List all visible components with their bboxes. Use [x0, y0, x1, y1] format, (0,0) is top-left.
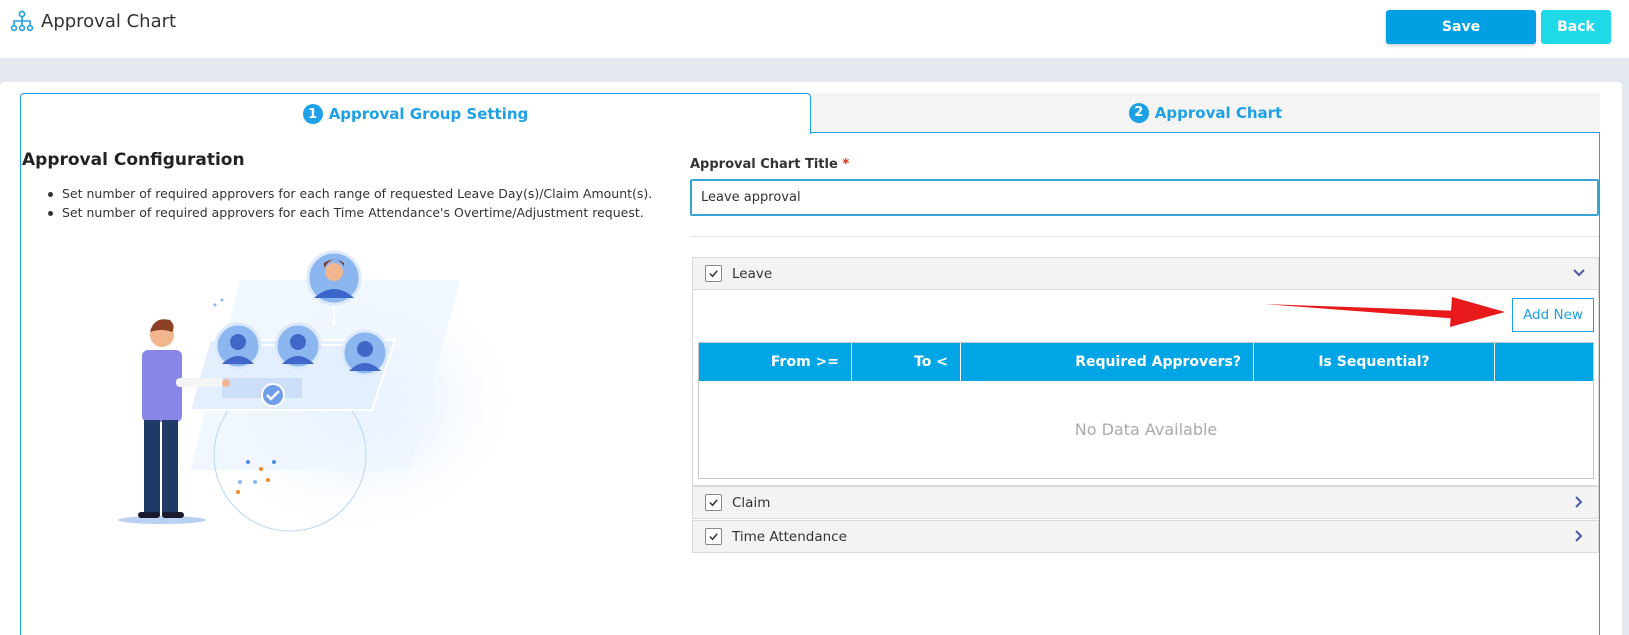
tab-panel-left-border: [20, 133, 21, 635]
tab-label: Approval Group Setting: [328, 105, 529, 123]
divider: [690, 236, 1599, 237]
list-item: Set number of required approvers for eac…: [42, 205, 652, 220]
list-item: Set number of required approvers for eac…: [42, 186, 652, 201]
column-header-is-sequential[interactable]: Is Sequential?: [1254, 343, 1495, 381]
time-attendance-section-label: Time Attendance: [732, 528, 847, 545]
leave-section-label: Leave: [732, 265, 773, 282]
column-header-required-approvers[interactable]: Required Approvers?: [961, 343, 1254, 381]
org-chart-icon: [10, 10, 34, 32]
table-header: From >= To < Required Approvers? Is Sequ…: [699, 343, 1593, 381]
empty-table-message: No Data Available: [1074, 420, 1218, 439]
tab-number-badge: 2: [1128, 102, 1149, 123]
save-button[interactable]: Save: [1386, 10, 1536, 44]
claim-checkbox[interactable]: [705, 494, 722, 511]
checkmark-icon: [709, 533, 718, 541]
leave-section-header[interactable]: Leave: [692, 257, 1599, 290]
tab-approval-chart[interactable]: 2 Approval Chart: [811, 93, 1600, 133]
chevron-right-icon[interactable]: [1572, 529, 1586, 543]
claim-section-header[interactable]: Claim: [692, 486, 1599, 519]
approval-chart-title-label: Approval Chart Title *: [690, 157, 849, 172]
approval-chart-title-input[interactable]: [690, 179, 1599, 216]
annotation-arrow: [1264, 297, 1505, 327]
column-header-to[interactable]: To <: [852, 343, 961, 381]
chevron-right-icon[interactable]: [1572, 495, 1586, 509]
column-header-actions: [1495, 343, 1593, 381]
top-bar: Approval Chart Save Back: [0, 0, 1629, 58]
claim-section-label: Claim: [732, 494, 771, 511]
leave-approval-table: From >= To < Required Approvers? Is Sequ…: [698, 342, 1594, 479]
back-button[interactable]: Back: [1541, 10, 1611, 44]
tab-approval-group-setting[interactable]: 1 Approval Group Setting: [20, 93, 811, 134]
tab-number-badge: 1: [302, 104, 323, 124]
approval-illustration: [118, 250, 510, 540]
add-new-button[interactable]: Add New: [1512, 298, 1594, 332]
configuration-notes: Set number of required approvers for eac…: [42, 186, 652, 224]
leave-checkbox[interactable]: [705, 265, 722, 282]
checkmark-icon: [709, 270, 718, 278]
time-attendance-section-header[interactable]: Time Attendance: [692, 520, 1599, 553]
chevron-down-icon[interactable]: [1572, 266, 1586, 280]
page-heading: Approval Chart: [10, 9, 176, 33]
approval-configuration-title: Approval Configuration: [22, 150, 245, 170]
column-header-from[interactable]: From >=: [699, 343, 852, 381]
tab-label: Approval Chart: [1154, 103, 1283, 122]
page-title: Approval Chart: [41, 10, 177, 32]
field-label-text: Approval Chart Title: [690, 157, 838, 172]
checkmark-icon: [709, 499, 718, 507]
time-attendance-checkbox[interactable]: [705, 528, 722, 545]
required-mark: *: [842, 157, 850, 172]
